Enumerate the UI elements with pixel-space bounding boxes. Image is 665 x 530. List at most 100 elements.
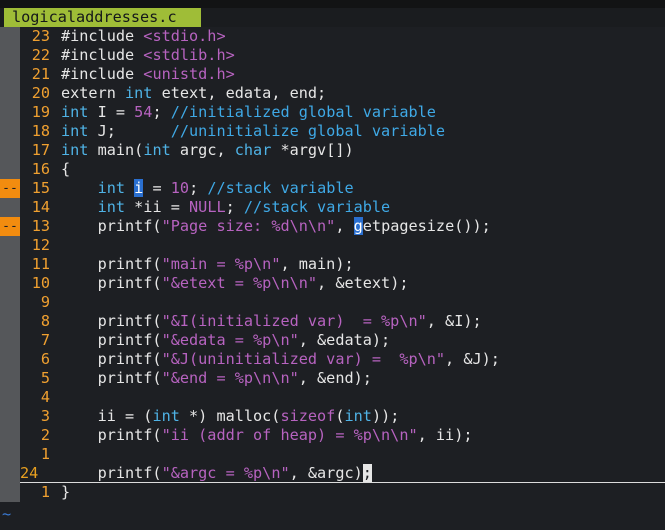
sign-column	[0, 350, 20, 369]
code-line[interactable]: 10 printf("&etext = %p\n\n", &etext);	[0, 274, 665, 293]
line-number: 17	[31, 141, 50, 159]
line-number: 15	[31, 179, 50, 197]
code-text: int *ii = NULL; //stack variable	[61, 198, 391, 217]
line-number: 23	[31, 27, 50, 45]
code-line[interactable]: 6 printf("&J(uninitialized var) = %p\n",…	[0, 350, 665, 369]
code-token: , &argc)	[289, 464, 363, 482]
code-line[interactable]: 19 int I = 54; //initialized global varia…	[0, 103, 665, 122]
code-token: NULL	[189, 198, 226, 216]
code-line[interactable]: 22 #include <stdlib.h>	[0, 46, 665, 65]
line-number: 3	[40, 407, 50, 425]
code-token: extern	[61, 84, 126, 102]
code-line[interactable]: 14 int *ii = NULL; //stack variable	[0, 198, 665, 217]
code-line[interactable]: 18 int J; //uninitialize global variable	[0, 122, 665, 141]
code-text: printf("&I(initialized var) = %p\n", &I)…	[61, 312, 482, 331]
code-text: }	[61, 483, 70, 502]
code-line[interactable]: -- 13 printf("Page size: %d\n\n", getpage…	[0, 217, 665, 236]
code-line[interactable]: 1}	[0, 483, 665, 502]
line-number: 2	[40, 426, 50, 444]
line-number: 9	[40, 293, 50, 311]
code-token: }	[61, 483, 71, 501]
code-line[interactable]: 17 int main(int argc, char *argv[])	[0, 141, 665, 160]
line-number: 13	[31, 217, 50, 235]
line-number: 4	[40, 388, 50, 406]
code-token: ;	[189, 179, 208, 197]
code-token: int	[344, 407, 372, 425]
code-line[interactable]: 23 #include <stdio.h>	[0, 27, 665, 46]
code-token: *) malloc(	[179, 407, 281, 425]
change-marker: --	[0, 179, 20, 198]
code-text: int J; //uninitialize global variable	[61, 122, 445, 141]
code-token: etext, edata, end;	[152, 84, 327, 102]
code-line[interactable]: 1	[0, 445, 665, 464]
code-text: int i = 10; //stack variable	[61, 179, 354, 198]
sign-column	[0, 160, 20, 179]
code-token: int	[152, 407, 180, 425]
code-token: (	[335, 407, 345, 425]
code-line[interactable]: 3 ii = (int *) malloc(sizeof(int));	[0, 407, 665, 426]
code-token: "&edata = %p\n"	[161, 331, 299, 349]
code-line[interactable]: 12	[0, 236, 665, 255]
code-token: "&etext = %p\n\n"	[161, 274, 318, 292]
code-line[interactable]: 11 printf("main = %p\n", main);	[0, 255, 665, 274]
code-text: printf("ii (addr of heap) = %p\n\n", ii)…	[61, 426, 473, 445]
code-line[interactable]: 16 {	[0, 160, 665, 179]
code-token: {	[61, 160, 71, 178]
code-line[interactable]: 4	[0, 388, 665, 407]
sign-column	[0, 331, 20, 350]
code-line[interactable]: 21 #include <unistd.h>	[0, 65, 665, 84]
code-token: "ii (addr of heap) = %p\n\n"	[161, 426, 418, 444]
code-token: "&I(initialized var) = %p\n"	[161, 312, 427, 330]
code-token: #include	[61, 46, 144, 64]
sign-column	[0, 46, 20, 65]
code-line[interactable]: -- 15 int i = 10; //stack variable	[0, 179, 665, 198]
code-token: printf(	[61, 217, 162, 235]
code-text: printf("&J(uninitialized var) = %p\n", &…	[61, 350, 500, 369]
code-token: ;	[225, 198, 244, 216]
code-text: extern int etext, edata, end;	[61, 84, 326, 103]
sign-column	[0, 445, 20, 464]
code-token: *ii =	[125, 198, 190, 216]
code-token: <stdio.h>	[143, 27, 226, 45]
code-token: //stack variable	[243, 198, 391, 216]
code-token: printf(	[61, 274, 162, 292]
sign-column	[0, 407, 20, 426]
tab-logicaladdresses-c[interactable]: logicaladdresses.c	[4, 8, 201, 27]
code-token: "&end = %p\n\n"	[161, 369, 299, 387]
code-token: //stack variable	[207, 179, 354, 197]
code-editor[interactable]: 23 #include <stdio.h> 22 #include <stdlib.h…	[0, 27, 665, 502]
code-token: =	[143, 179, 171, 197]
code-line[interactable]: 7 printf("&edata = %p\n", &edata);	[0, 331, 665, 350]
code-token: J;	[88, 122, 171, 140]
code-token: ;	[152, 103, 171, 121]
code-line[interactable]: 2 printf("ii (addr of heap) = %p\n\n", i…	[0, 426, 665, 445]
code-token: sizeof	[280, 407, 336, 425]
code-text: {	[61, 160, 70, 179]
code-token: printf(	[61, 369, 162, 387]
code-token: printf(	[61, 426, 162, 444]
line-number: 20	[31, 84, 50, 102]
code-text: int I = 54; //initialized global variabl…	[61, 103, 436, 122]
code-token: int	[97, 179, 126, 197]
code-text: printf("&etext = %p\n\n", &etext);	[61, 274, 409, 293]
code-token: int	[61, 103, 89, 121]
line-number: 1	[40, 445, 50, 463]
code-token: printf(	[61, 350, 162, 368]
code-token: int	[61, 141, 89, 159]
code-line[interactable]: 9	[0, 293, 665, 312]
code-token: , &edata);	[298, 331, 391, 349]
code-line[interactable]: 20 extern int etext, edata, end;	[0, 84, 665, 103]
sign-column	[0, 388, 20, 407]
code-text: printf("&edata = %p\n", &edata);	[61, 331, 391, 350]
code-text: ii = (int *) malloc(sizeof(int));	[61, 407, 400, 426]
current-code-line[interactable]: 24 printf("&argc = %p\n", &argc);	[0, 464, 665, 483]
sign-column	[0, 84, 20, 103]
code-line[interactable]: 8 printf("&I(initialized var) = %p\n", &…	[0, 312, 665, 331]
code-token: ,	[335, 217, 354, 235]
code-line[interactable]: 5 printf("&end = %p\n\n", &end);	[0, 369, 665, 388]
sign-column	[0, 65, 20, 84]
search-highlight: i	[134, 179, 144, 197]
code-text: printf("&argc = %p\n", &argc);	[61, 464, 372, 483]
code-token: //uninitialize global variable	[170, 122, 446, 140]
